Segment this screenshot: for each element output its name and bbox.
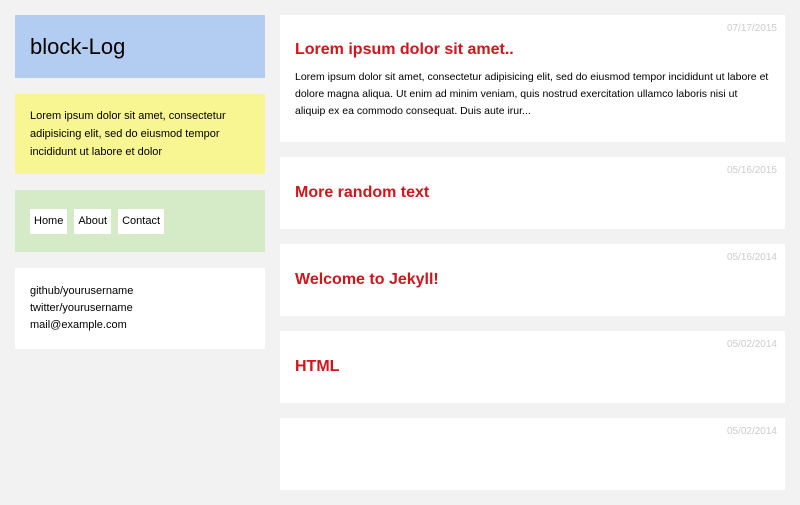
email-link[interactable]: mail@example.com [30,317,250,334]
post-card: 05/16/2014 Welcome to Jekyll! [280,244,785,316]
post-list: 07/17/2015 Lorem ipsum dolor sit amet.. … [280,15,785,505]
nav-home-link[interactable]: Home [30,209,68,234]
nav-contact-link[interactable]: Contact [118,209,165,234]
nav-about-link[interactable]: About [74,209,112,234]
about-text: Lorem ipsum dolor sit amet, consectetur … [30,110,226,158]
github-link[interactable]: github/yourusername [30,283,250,300]
site-header: block-Log [15,15,265,78]
post-card: 05/02/2014 [280,418,785,490]
about-box: Lorem ipsum dolor sit amet, consectetur … [15,94,265,174]
sidebar: block-Log Lorem ipsum dolor sit amet, co… [15,15,265,349]
post-title-link[interactable]: Welcome to Jekyll! [295,270,770,290]
post-title-link[interactable]: HTML [295,357,770,377]
nav-menu: Home About Contact [15,190,265,252]
site-title[interactable]: block-Log [30,34,125,59]
post-date: 07/17/2015 [726,23,777,34]
post-card: 05/02/2014 HTML [280,331,785,403]
twitter-link[interactable]: twitter/yourusername [30,300,250,317]
post-date: 05/02/2014 [726,426,777,437]
social-links: github/yourusername twitter/yourusername… [15,268,265,349]
post-card: 07/17/2015 Lorem ipsum dolor sit amet.. … [280,15,785,142]
post-title-link[interactable]: More random text [295,183,770,203]
post-excerpt: Lorem ipsum dolor sit amet, consectetur … [295,71,769,117]
post-card: 05/16/2015 More random text [280,157,785,229]
post-date: 05/02/2014 [726,339,777,350]
post-date: 05/16/2015 [726,165,777,176]
post-date: 05/16/2014 [726,252,777,263]
post-title-link[interactable]: Lorem ipsum dolor sit amet.. [295,40,770,60]
